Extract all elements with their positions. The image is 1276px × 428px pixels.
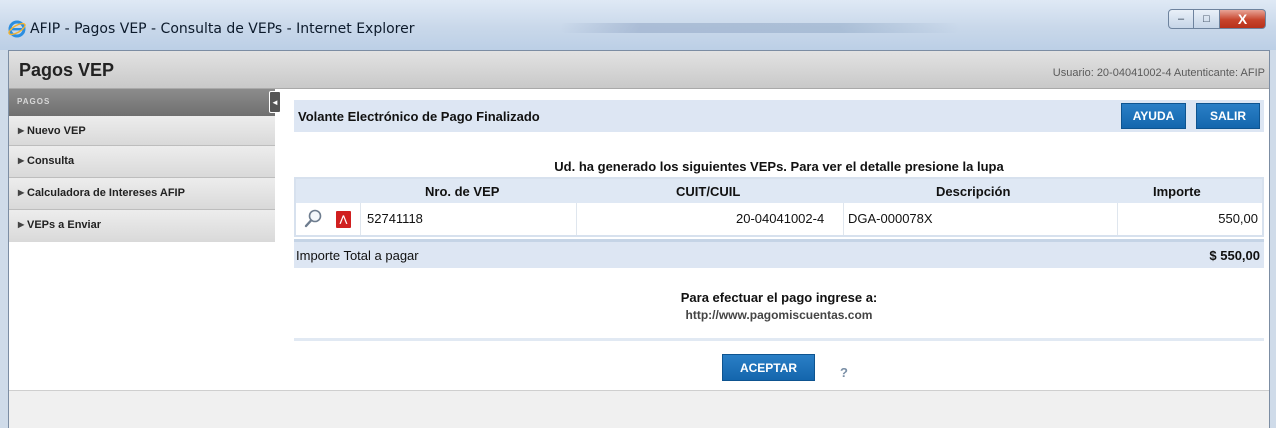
- vep-table: Nro. de VEP CUIT/CUIL Descripción Import…: [294, 177, 1264, 237]
- window-title: AFIP - Pagos VEP - Consulta de VEPs - In…: [30, 21, 415, 37]
- cell-nro-vep: 52741118: [367, 211, 423, 226]
- sidebar-section-label: PAGOS: [17, 97, 51, 106]
- cell-divider: [843, 203, 844, 235]
- page-title: Pagos VEP: [19, 60, 115, 80]
- chevron-right-icon: ▶: [18, 126, 25, 135]
- chevron-right-icon: ▶: [18, 188, 25, 197]
- window-controls: ‒ □ X: [1168, 9, 1266, 29]
- app-header: Pagos VEP Usuario: 20-04041002-4 Autenti…: [9, 51, 1269, 89]
- column-header-importe: Importe: [1153, 184, 1201, 199]
- divider: [294, 338, 1264, 341]
- table-row: ⋀ 52741118 20-04041002-4 DGA-000078X 550…: [296, 203, 1262, 235]
- cell-cuit: 20-04041002-4: [736, 211, 825, 226]
- sidebar-item-consulta[interactable]: ▶ Consulta: [9, 146, 275, 178]
- total-row: Importe Total a pagar $ 550,00: [294, 239, 1264, 268]
- sidebar-item-calculadora[interactable]: ▶ Calculadora de Intereses AFIP: [9, 178, 275, 210]
- chevron-right-icon: ▶: [18, 156, 25, 165]
- minimize-button[interactable]: ‒: [1168, 9, 1194, 29]
- user-info: Usuario: 20-04041002-4 Autenticante: AFI…: [1052, 67, 1265, 79]
- cell-divider: [576, 203, 577, 235]
- sidebar-item-label: Consulta: [27, 155, 75, 167]
- intro-text: Ud. ha generado los siguientes VEPs. Par…: [554, 159, 1004, 174]
- payment-url: http://www.pagomiscuentas.com: [685, 308, 873, 322]
- sidebar-section-header: PAGOS: [9, 89, 275, 116]
- sidebar: PAGOS ▶ Nuevo VEP ▶ Consulta ▶ Calculado…: [9, 89, 275, 339]
- maximize-button[interactable]: □: [1194, 9, 1220, 29]
- table-header: Nro. de VEP CUIT/CUIL Descripción Import…: [296, 179, 1262, 203]
- status-bar: [9, 390, 1269, 428]
- chevron-right-icon: ▶: [18, 220, 25, 229]
- column-header-nro-vep: Nro. de VEP: [425, 184, 500, 199]
- sidebar-item-veps-a-enviar[interactable]: ▶ VEPs a Enviar: [9, 210, 275, 242]
- internet-explorer-icon: [8, 20, 26, 38]
- total-value: $ 550,00: [1209, 248, 1260, 263]
- browser-content: Pagos VEP Usuario: 20-04041002-4 Autenti…: [8, 50, 1270, 428]
- total-label: Importe Total a pagar: [296, 248, 419, 263]
- column-header-cuit: CUIT/CUIL: [676, 184, 741, 199]
- accept-button[interactable]: ACEPTAR: [722, 354, 815, 381]
- sidebar-item-label: VEPs a Enviar: [27, 219, 101, 231]
- exit-button[interactable]: SALIR: [1196, 103, 1260, 129]
- payment-instructions: Para efectuar el pago ingrese a:: [680, 290, 878, 305]
- panel-header: Volante Electrónico de Pago Finalizado A…: [294, 100, 1264, 132]
- column-header-descripcion: Descripción: [936, 184, 1011, 199]
- blurred-address-area: [560, 23, 960, 33]
- pdf-icon[interactable]: ⋀: [336, 211, 351, 228]
- panel-title: Volante Electrónico de Pago Finalizado: [298, 109, 540, 124]
- cell-divider: [1117, 203, 1118, 235]
- sidebar-item-nuevo-vep[interactable]: ▶ Nuevo VEP: [9, 116, 275, 146]
- help-button[interactable]: AYUDA: [1121, 103, 1186, 129]
- window-titlebar: AFIP - Pagos VEP - Consulta de VEPs - In…: [0, 0, 1276, 50]
- magnifier-icon[interactable]: [304, 208, 324, 228]
- help-icon[interactable]: ?: [840, 365, 848, 380]
- cell-divider: [360, 203, 361, 235]
- sidebar-collapse-button[interactable]: ◄: [269, 91, 281, 113]
- cell-descripcion: DGA-000078X: [848, 211, 933, 226]
- sidebar-item-label: Nuevo VEP: [27, 125, 86, 137]
- close-button[interactable]: X: [1220, 9, 1266, 29]
- sidebar-item-label: Calculadora de Intereses AFIP: [27, 187, 185, 199]
- cell-importe: 550,00: [1218, 211, 1258, 226]
